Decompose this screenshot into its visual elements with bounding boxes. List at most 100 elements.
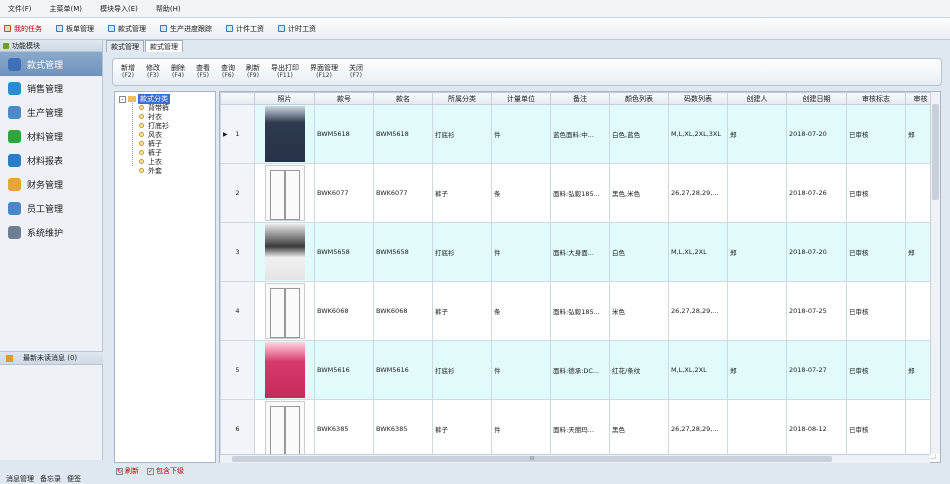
cell-date[interactable]: 2018-07-26 (786, 163, 847, 223)
toolbar-button-4[interactable]: 查询 (F6) (221, 64, 235, 80)
column-header[interactable]: 备注 (550, 92, 610, 105)
message-manage-link[interactable]: 消息管理 (6, 474, 34, 484)
scroll-thumb[interactable] (932, 104, 939, 200)
cell-colors[interactable]: 黑色 (609, 399, 669, 459)
cell-note[interactable]: 蓝色面料:中... (550, 104, 610, 164)
column-header[interactable]: 码数列表 (668, 92, 728, 105)
row-header[interactable]: 4 (220, 281, 255, 341)
cell-colors[interactable]: 黑色,米色 (609, 163, 669, 223)
column-header[interactable]: 颜色列表 (609, 92, 669, 105)
vertical-scrollbar[interactable] (930, 92, 940, 454)
column-header[interactable]: 款号 (314, 92, 374, 105)
table-row[interactable]: 3 BWM5658 BWM5658 打底衫件面料:大身面... 白色 M,L,XL,2XL… (220, 222, 936, 282)
shortcut-style[interactable]: 款式管理 (108, 24, 146, 34)
row-header[interactable]: ▶ 1 (220, 104, 255, 164)
cell-colors[interactable]: 白色,蓝色 (609, 104, 669, 164)
cell-note[interactable]: 面料:天丽玛... (550, 399, 610, 459)
cell-code[interactable]: BWM5618 (314, 104, 374, 164)
cell-name[interactable]: BWK6385 (373, 399, 433, 459)
column-header[interactable]: 所属分类 (432, 92, 492, 105)
sidebar-item-7[interactable]: 系统维护 (0, 220, 102, 244)
cell-creator[interactable] (727, 399, 787, 459)
toolbar-button-8[interactable]: 关闭 (F7) (349, 64, 363, 80)
sidebar-item-4[interactable]: 材料报表 (0, 148, 102, 172)
table-row[interactable]: 6 BWK6385 BWK6385 裤子件面料:天丽玛... 黑色 26,27,28,29… (220, 399, 936, 459)
table-row[interactable]: 5 BWM5616 BWM5616 打底衫件面料:德承:DC... 红花/条纹 M,L,X… (220, 340, 936, 400)
cell-cat[interactable]: 打底衫 (432, 104, 492, 164)
column-header[interactable]: 创建日期 (786, 92, 847, 105)
toolbar-button-3[interactable]: 查看 (F5) (196, 64, 210, 80)
toolbar-button-0[interactable]: 新增 (F2) (121, 64, 135, 80)
cell-colors[interactable]: 红花/条纹 (609, 340, 669, 400)
cell-unit[interactable]: 件 (491, 399, 551, 459)
sidebar-item-2[interactable]: 生产管理 (0, 100, 102, 124)
toolbar-button-6[interactable]: 导出打印 (F11) (271, 64, 299, 80)
shortcut-time-wage[interactable]: 计时工资 (278, 24, 316, 34)
unread-messages-bar[interactable]: 最新未读消息 (0) (0, 351, 103, 365)
menu-main[interactable]: 主菜单(M) (50, 4, 83, 14)
menu-import[interactable]: 模块导入(E) (100, 4, 138, 14)
cell-colors[interactable]: 白色 (609, 222, 669, 282)
cell-sizes[interactable]: 26,27,28,29,... (668, 163, 728, 223)
row-header[interactable]: 2 (220, 163, 255, 223)
horizontal-scrollbar[interactable]: III (220, 454, 930, 463)
cell-sizes[interactable]: 26,27,28,29,... (668, 281, 728, 341)
toolbar-button-5[interactable]: 刷新 (F9) (246, 64, 260, 80)
cell-name[interactable]: BWK6068 (373, 281, 433, 341)
sidebar-item-3[interactable]: 材料管理 (0, 124, 102, 148)
row-header[interactable]: 3 (220, 222, 255, 282)
cell-code[interactable]: BWM5616 (314, 340, 374, 400)
cell-unit[interactable]: 件 (491, 222, 551, 282)
tab-style-manage-1[interactable]: 款式管理 (106, 40, 144, 52)
note-link[interactable]: 便签 (67, 474, 81, 484)
row-header[interactable]: 5 (220, 340, 255, 400)
photo-cell[interactable] (254, 104, 315, 164)
menu-help[interactable]: 帮助(H) (156, 4, 181, 14)
cell-sizes[interactable]: 26,27,28,29,... (668, 399, 728, 459)
cell-name[interactable]: BWM5616 (373, 340, 433, 400)
cell-cat[interactable]: 裤子 (432, 399, 492, 459)
cell-unit[interactable]: 件 (491, 104, 551, 164)
scroll-thumb[interactable]: III (232, 456, 832, 462)
cell-audit[interactable]: 已审核 (846, 399, 906, 459)
tab-style-manage-2[interactable]: 款式管理 (145, 40, 183, 52)
tree-node[interactable]: 外套 (139, 166, 162, 175)
collapse-icon[interactable]: - (119, 95, 126, 103)
column-header[interactable]: 审核标志 (846, 92, 906, 105)
cell-code[interactable]: BWK6077 (314, 163, 374, 223)
table-row[interactable]: ▶ 1 BWM5618 BWM5618 打底衫件蓝色面料:中... 白色,蓝色 M,L,XL… (220, 104, 936, 164)
cell-date[interactable]: 2018-07-25 (786, 281, 847, 341)
cell-cat[interactable]: 打底衫 (432, 340, 492, 400)
cell-note[interactable]: 面料:弘毅185... (550, 163, 610, 223)
cell-unit[interactable]: 件 (491, 340, 551, 400)
cell-audit[interactable]: 已审核 (846, 281, 906, 341)
photo-cell[interactable] (254, 222, 315, 282)
sidebar-item-5[interactable]: 财务管理 (0, 172, 102, 196)
memo-link[interactable]: 备忘录 (40, 474, 61, 484)
cell-cat[interactable]: 裤子 (432, 163, 492, 223)
cell-unit[interactable]: 条 (491, 281, 551, 341)
include-children-checkbox[interactable]: ✓ 包含下级 (147, 466, 184, 476)
column-header[interactable]: 照片 (254, 92, 315, 105)
cell-code[interactable]: BWM5658 (314, 222, 374, 282)
cell-colors[interactable]: 米色 (609, 281, 669, 341)
cell-audit[interactable]: 已审核 (846, 340, 906, 400)
cell-sizes[interactable]: M,L,XL,2XL (668, 222, 728, 282)
column-header[interactable] (220, 92, 255, 105)
row-header[interactable]: 6 (220, 399, 255, 459)
shortcut-progress[interactable]: 生产进度跟踪 (160, 24, 212, 34)
cell-unit[interactable]: 条 (491, 163, 551, 223)
sidebar-item-0[interactable]: 款式管理 (0, 52, 102, 76)
photo-cell[interactable] (254, 281, 315, 341)
refresh-tree-button[interactable]: ↻ 刷新 (116, 466, 139, 476)
table-row[interactable]: 4 BWK6068 BWK6068 裤子条面料:弘毅185... 米色 26,27,28,… (220, 281, 936, 341)
cell-cat[interactable]: 裤子 (432, 281, 492, 341)
cell-note[interactable]: 面料:大身面... (550, 222, 610, 282)
shortcut-board[interactable]: 板单管理 (56, 24, 94, 34)
cell-note[interactable]: 面料:弘毅185... (550, 281, 610, 341)
cell-name[interactable]: BWM5658 (373, 222, 433, 282)
column-header[interactable]: 款名 (373, 92, 433, 105)
cell-cat[interactable]: 打底衫 (432, 222, 492, 282)
cell-creator[interactable]: 郑 (727, 340, 787, 400)
cell-name[interactable]: BWM5618 (373, 104, 433, 164)
